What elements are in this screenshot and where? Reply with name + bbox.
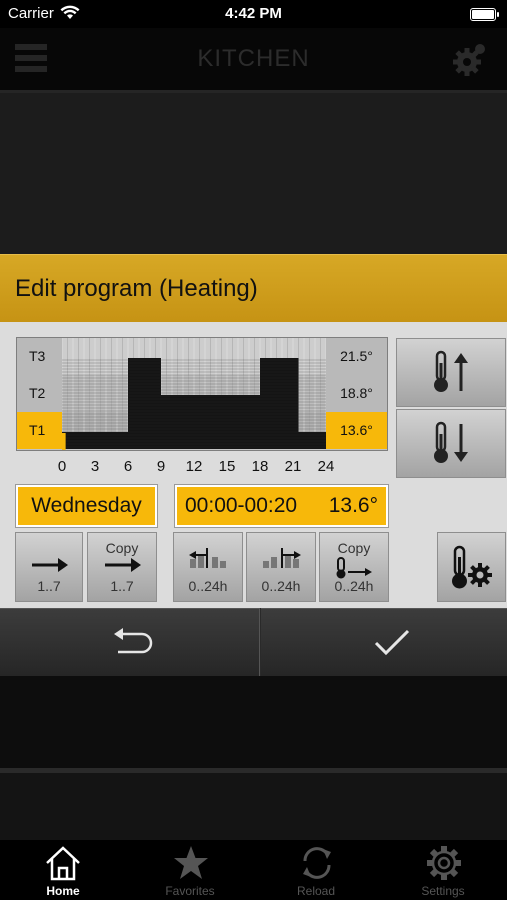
dialog-title: Edit program (Heating) bbox=[15, 275, 258, 302]
temp-down-button[interactable] bbox=[396, 409, 506, 478]
schedule-bar bbox=[62, 432, 128, 449]
tab-label: Home bbox=[46, 884, 80, 898]
thermometer-up-icon bbox=[434, 350, 468, 392]
level-temp-t3[interactable]: 21.5° bbox=[326, 338, 387, 375]
schedule-bar bbox=[298, 432, 326, 449]
tab-settings[interactable]: Settings bbox=[380, 840, 506, 900]
arrow-right-icon bbox=[32, 558, 68, 572]
time-slot-field[interactable]: 00:00-00:20 13.6° bbox=[174, 484, 389, 528]
thermometer-arrow-icon bbox=[336, 557, 372, 579]
schedule-chart[interactable]: T3 T2 T1 21.5° 18.8° 13.6° bbox=[16, 337, 388, 451]
background-panel bbox=[0, 676, 507, 768]
copy-slot-label: 0..24h bbox=[334, 578, 374, 594]
level-label-t1[interactable]: T1 bbox=[17, 412, 62, 449]
tab-label: Reload bbox=[296, 884, 336, 898]
temp-up-button[interactable] bbox=[396, 338, 506, 407]
next-day-label: 1..7 bbox=[37, 578, 61, 594]
tab-home[interactable]: Home bbox=[0, 840, 126, 900]
hour-tick: 0 bbox=[57, 458, 67, 475]
move-right-icon bbox=[263, 548, 301, 568]
confirm-button[interactable] bbox=[261, 608, 507, 676]
hour-tick: 3 bbox=[90, 458, 100, 475]
reload-icon bbox=[303, 847, 331, 879]
back-button[interactable] bbox=[0, 608, 260, 676]
move-right-label: 0..24h bbox=[261, 578, 301, 594]
selected-slot-marker bbox=[62, 433, 66, 450]
move-left-label: 0..24h bbox=[188, 578, 228, 594]
action-bar bbox=[0, 608, 507, 676]
home-icon bbox=[46, 846, 80, 881]
schedule-bar bbox=[128, 358, 161, 449]
day-field[interactable]: Wednesday bbox=[15, 484, 158, 528]
temperature-settings-button[interactable] bbox=[437, 532, 506, 602]
hour-tick: 6 bbox=[123, 458, 133, 475]
tab-reload[interactable]: Reload bbox=[253, 840, 379, 900]
star-icon bbox=[174, 846, 208, 879]
battery-icon bbox=[470, 8, 499, 21]
arrow-right-icon bbox=[105, 558, 141, 572]
undo-arrow-icon bbox=[114, 628, 153, 654]
tab-favorites[interactable]: Favorites bbox=[127, 840, 253, 900]
copy-day-label: 1..7 bbox=[110, 578, 134, 594]
clock: 4:42 PM bbox=[225, 5, 282, 22]
thermometer-gear-icon bbox=[452, 545, 492, 589]
schedule-bar bbox=[260, 358, 299, 449]
status-bar: Carrier 4:42 PM bbox=[0, 0, 507, 28]
copy-day-button[interactable]: Copy 1..7 bbox=[87, 532, 157, 602]
day-value: Wednesday bbox=[31, 494, 142, 517]
slot-temp-value: 13.6° bbox=[328, 494, 378, 517]
level-temp-t1[interactable]: 13.6° bbox=[326, 412, 387, 449]
hour-tick: 9 bbox=[156, 458, 166, 475]
nav-bar: KITCHEN bbox=[0, 28, 507, 90]
tab-label: Favorites bbox=[165, 884, 215, 898]
hour-tick: 12 bbox=[185, 458, 203, 475]
tab-bar: Home Favorites Reload Settings bbox=[0, 840, 507, 900]
tab-label: Settings bbox=[421, 884, 465, 898]
copy-slot-top: Copy bbox=[337, 540, 371, 556]
hour-tick: 24 bbox=[317, 458, 335, 475]
dialog-header: Edit program (Heating) bbox=[0, 254, 507, 322]
copy-slot-button[interactable]: Copy 0..24h bbox=[319, 532, 389, 602]
hour-tick: 21 bbox=[284, 458, 302, 475]
gear-icon bbox=[427, 846, 461, 880]
divider bbox=[0, 768, 507, 773]
copy-day-top: Copy bbox=[105, 540, 139, 556]
checkmark-icon bbox=[374, 629, 410, 656]
move-left-icon bbox=[189, 548, 226, 568]
background-panel bbox=[0, 93, 507, 255]
level-label-t3[interactable]: T3 bbox=[17, 338, 62, 375]
next-day-button[interactable]: 1..7 bbox=[15, 532, 83, 602]
level-temp-t2[interactable]: 18.8° bbox=[326, 375, 387, 412]
time-range-value: 00:00-00:20 bbox=[185, 494, 298, 517]
gear-icon[interactable] bbox=[449, 40, 489, 80]
thermometer-down-icon bbox=[434, 421, 468, 463]
hour-tick: 18 bbox=[251, 458, 269, 475]
page-title: KITCHEN bbox=[197, 45, 310, 72]
level-label-t2[interactable]: T2 bbox=[17, 375, 62, 412]
move-slot-left-button[interactable]: 0..24h bbox=[173, 532, 243, 602]
move-slot-right-button[interactable]: 0..24h bbox=[246, 532, 316, 602]
hour-tick: 15 bbox=[218, 458, 236, 475]
